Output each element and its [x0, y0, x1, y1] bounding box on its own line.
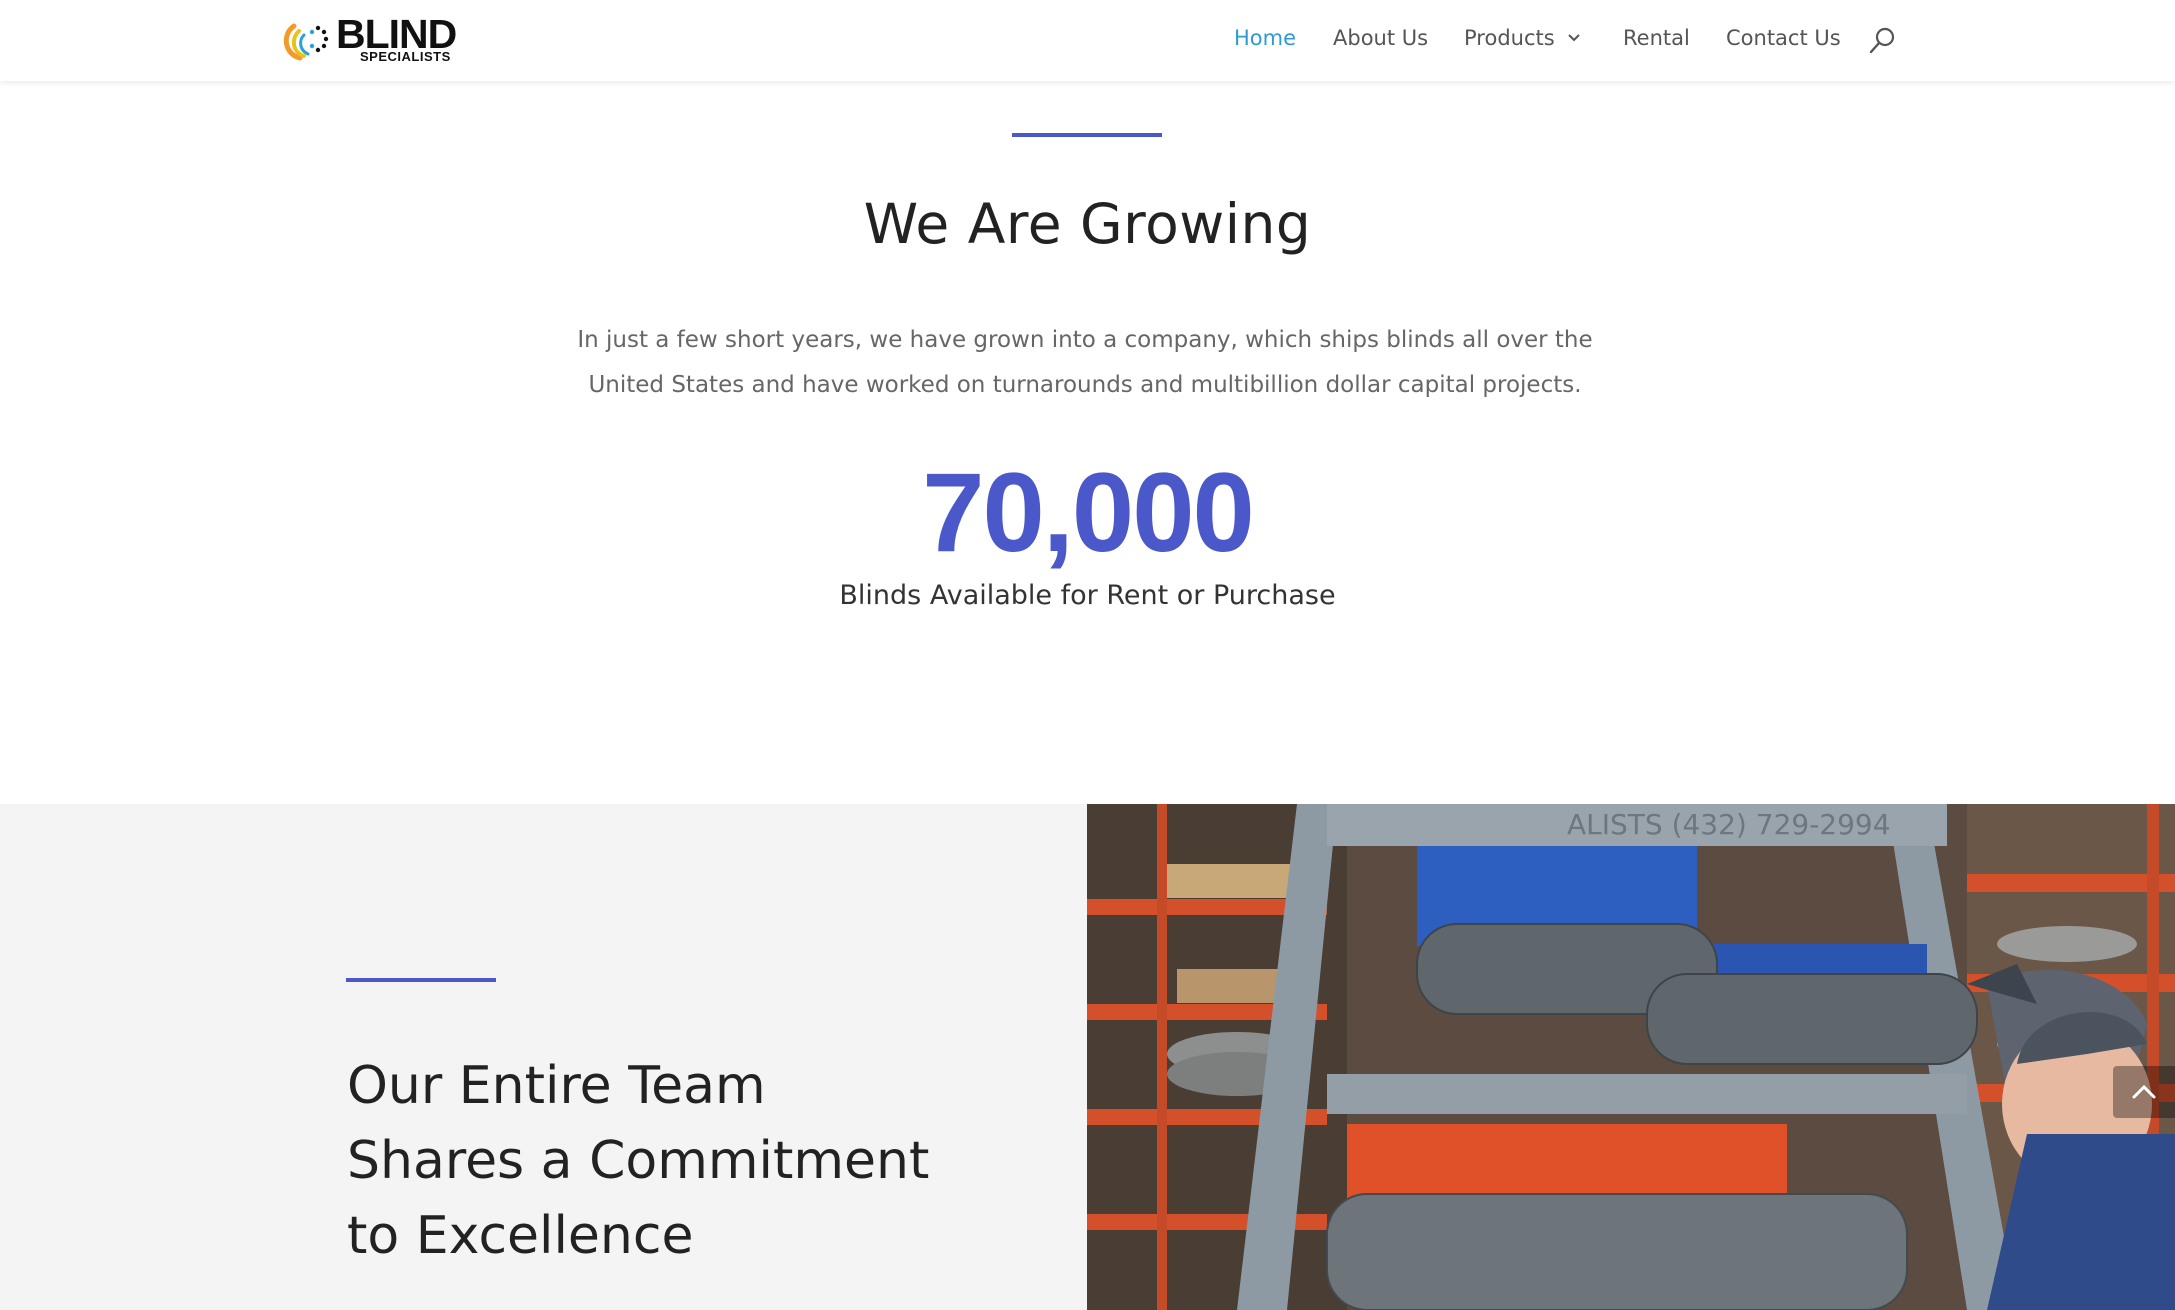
warehouse-photo: ALISTS (432) 729-2994	[1087, 804, 2175, 1310]
search-icon	[1869, 27, 1895, 54]
nav-products[interactable]: Products	[1464, 26, 1581, 50]
growing-description: In just a few short years, we have grown…	[577, 327, 1593, 398]
nav-rental[interactable]: Rental	[1623, 26, 1690, 50]
stat-label: Blinds Available for Rent or Purchase	[839, 580, 1336, 611]
photo-stencil-text: ALISTS (432) 729-2994	[1567, 808, 1891, 841]
team-section: Our Entire Team Shares a Commitment to E…	[0, 804, 1087, 1310]
nav-contact-us[interactable]: Contact Us	[1726, 26, 1841, 50]
site-header: BLIND SPECIALISTS Home About Us Products…	[0, 0, 2175, 81]
main-nav: Home About Us Products Rental Contact Us	[0, 0, 2175, 81]
team-divider	[346, 978, 496, 982]
growing-title: We Are Growing	[863, 192, 1312, 256]
section-divider	[1012, 133, 1162, 137]
chevron-up-icon	[2132, 1084, 2156, 1099]
nav-products-label: Products	[1464, 26, 1555, 50]
chevron-down-icon	[1567, 34, 1580, 42]
nav-home[interactable]: Home	[1234, 26, 1296, 50]
nav-about-us[interactable]: About Us	[1333, 26, 1428, 50]
warehouse-worker-image: ALISTS (432) 729-2994	[1087, 804, 2175, 1310]
team-title: Our Entire Team Shares a Commitment to E…	[347, 1056, 930, 1266]
scroll-to-top-button[interactable]	[2113, 1066, 2175, 1118]
search-button[interactable]	[1868, 26, 1898, 56]
stat-number: 70,000	[922, 450, 1255, 575]
